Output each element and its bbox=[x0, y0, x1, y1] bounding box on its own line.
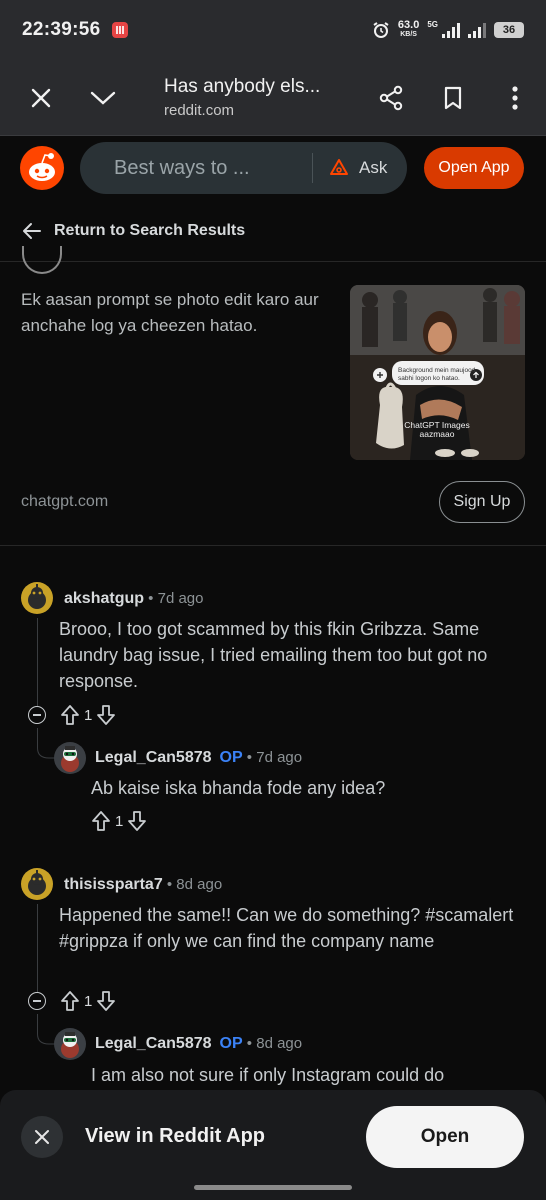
calculator-app-icon bbox=[112, 22, 129, 38]
snoo-icon bbox=[29, 153, 55, 181]
comment-author[interactable]: akshatgup • 7d ago bbox=[64, 590, 203, 608]
comment-author[interactable]: thisissparta7 • 8d ago bbox=[64, 876, 222, 894]
vote-controls: 1 bbox=[60, 704, 116, 726]
vote-controls: 1 bbox=[91, 810, 147, 832]
snoo-avatar-icon bbox=[21, 868, 53, 900]
divider bbox=[0, 545, 546, 546]
status-indicators: 63.0 KB/S 5G 36 bbox=[372, 20, 524, 40]
ask-icon bbox=[330, 159, 348, 175]
ad-text[interactable]: Ek aasan prompt se photo edit karo aur a… bbox=[21, 287, 331, 339]
more-options-button[interactable] bbox=[484, 60, 546, 136]
page-url: reddit.com bbox=[164, 102, 235, 119]
bookmark-icon bbox=[444, 86, 462, 109]
downvote-icon[interactable] bbox=[96, 704, 116, 726]
minimize-button[interactable] bbox=[72, 60, 134, 136]
page-info[interactable]: Has anybody els... reddit.com bbox=[134, 76, 360, 119]
banner-label: View in Reddit App bbox=[85, 1125, 266, 1147]
ask-button[interactable]: Ask bbox=[359, 158, 387, 178]
reddit-header: Best ways to ... Ask Open App bbox=[0, 137, 546, 199]
return-label: Return to Search Results bbox=[54, 221, 246, 239]
open-app-button[interactable]: Open App bbox=[424, 147, 524, 189]
collapse-thread-button[interactable] bbox=[28, 992, 46, 1010]
signal-icon-2 bbox=[468, 22, 486, 38]
close-icon bbox=[31, 88, 51, 107]
snoo-avatar-icon bbox=[21, 582, 53, 614]
comment-body: Ab kaise iska bhanda fode any idea? bbox=[91, 778, 386, 798]
author-name[interactable]: thisissparta7 bbox=[64, 876, 163, 893]
close-icon bbox=[35, 1130, 49, 1144]
signal-icon-1 bbox=[442, 22, 460, 38]
page-title: Has anybody els... bbox=[164, 76, 321, 97]
author-name[interactable]: Legal_Can5878 bbox=[95, 1035, 212, 1052]
comment-time: • 7d ago bbox=[242, 749, 303, 766]
upvote-icon[interactable] bbox=[60, 704, 80, 726]
ad-domain[interactable]: chatgpt.com bbox=[21, 493, 108, 511]
downvote-icon[interactable] bbox=[127, 810, 147, 832]
author-name[interactable]: Legal_Can5878 bbox=[95, 749, 212, 766]
browser-toolbar: Has anybody els... reddit.com bbox=[0, 60, 546, 136]
arrow-left-icon bbox=[23, 222, 41, 239]
downvote-icon[interactable] bbox=[96, 990, 116, 1012]
thread-line[interactable] bbox=[37, 618, 38, 706]
open-in-app-button[interactable]: Open bbox=[366, 1106, 524, 1168]
avatar[interactable] bbox=[21, 582, 53, 614]
battery-icon: 36 bbox=[494, 22, 524, 38]
more-vertical-icon bbox=[512, 85, 518, 110]
network-speed-unit: KB/S bbox=[400, 31, 417, 38]
home-indicator[interactable] bbox=[194, 1185, 352, 1190]
avatar[interactable] bbox=[54, 742, 86, 774]
vote-count: 1 bbox=[84, 992, 93, 1010]
op-badge: OP bbox=[219, 749, 243, 766]
chevron-down-icon bbox=[90, 91, 116, 105]
snoo-avatar-icon bbox=[54, 1028, 86, 1060]
comment-body: I am also not sure if only Instagram cou… bbox=[91, 1065, 445, 1085]
collapse-thread-button[interactable] bbox=[28, 706, 46, 724]
vote-count: 1 bbox=[115, 812, 124, 830]
vote-count: 1 bbox=[84, 706, 93, 724]
avatar[interactable] bbox=[54, 1028, 86, 1060]
ad-image[interactable]: Background mein maujood sabhi logon ko h… bbox=[350, 285, 525, 460]
search-input[interactable]: Best ways to ... bbox=[80, 157, 312, 180]
comment-body: Happened the same!! Can we do something?… bbox=[59, 905, 514, 951]
snoo-avatar-icon bbox=[54, 742, 86, 774]
author-name[interactable]: akshatgup bbox=[64, 590, 144, 607]
upvote-icon[interactable] bbox=[60, 990, 80, 1012]
comment-time: • 8d ago bbox=[162, 876, 223, 893]
status-bar: 22:39:56 63.0 KB/S 5G 36 bbox=[0, 0, 546, 60]
comment-body: Brooo, I too got scammed by this fkin Gr… bbox=[59, 619, 488, 691]
avatar[interactable] bbox=[21, 868, 53, 900]
share-button[interactable] bbox=[360, 60, 422, 136]
ad-image-caption-2: aazmaao bbox=[420, 429, 455, 439]
ad-photo: Background mein maujood sabhi logon ko h… bbox=[350, 285, 525, 460]
return-to-search-link[interactable]: Return to Search Results bbox=[0, 200, 546, 262]
comment-time: • 8d ago bbox=[242, 1035, 303, 1052]
bookmark-button[interactable] bbox=[422, 60, 484, 136]
ad-image-prompt-line: Background mein maujood bbox=[398, 367, 476, 374]
network-type: 5G bbox=[427, 20, 438, 29]
search-divider bbox=[312, 153, 313, 183]
network-speed: 63.0 KB/S bbox=[398, 20, 419, 40]
comment-author[interactable]: Legal_Can5878 OP • 8d ago bbox=[95, 1035, 302, 1053]
op-badge: OP bbox=[219, 1035, 243, 1052]
status-time: 22:39:56 bbox=[22, 19, 101, 40]
comment-time: • 7d ago bbox=[144, 590, 204, 607]
thread-line[interactable] bbox=[37, 904, 38, 992]
alarm-icon bbox=[373, 22, 389, 38]
dismiss-banner-button[interactable] bbox=[21, 1116, 63, 1158]
search-bar[interactable]: Best ways to ... Ask bbox=[80, 142, 407, 194]
reddit-logo[interactable] bbox=[20, 146, 64, 190]
ad-image-prompt-line-2: sabhi logon ko hatao. bbox=[398, 375, 460, 382]
share-icon bbox=[379, 85, 403, 110]
close-tab-button[interactable] bbox=[10, 60, 72, 136]
upvote-icon[interactable] bbox=[91, 810, 111, 832]
vote-controls: 1 bbox=[60, 990, 116, 1012]
open-in-app-banner: View in Reddit App Open bbox=[0, 1090, 546, 1200]
comment-author[interactable]: Legal_Can5878 OP • 7d ago bbox=[95, 749, 302, 767]
advertiser-avatar bbox=[22, 246, 62, 274]
signup-button[interactable]: Sign Up bbox=[439, 481, 525, 523]
